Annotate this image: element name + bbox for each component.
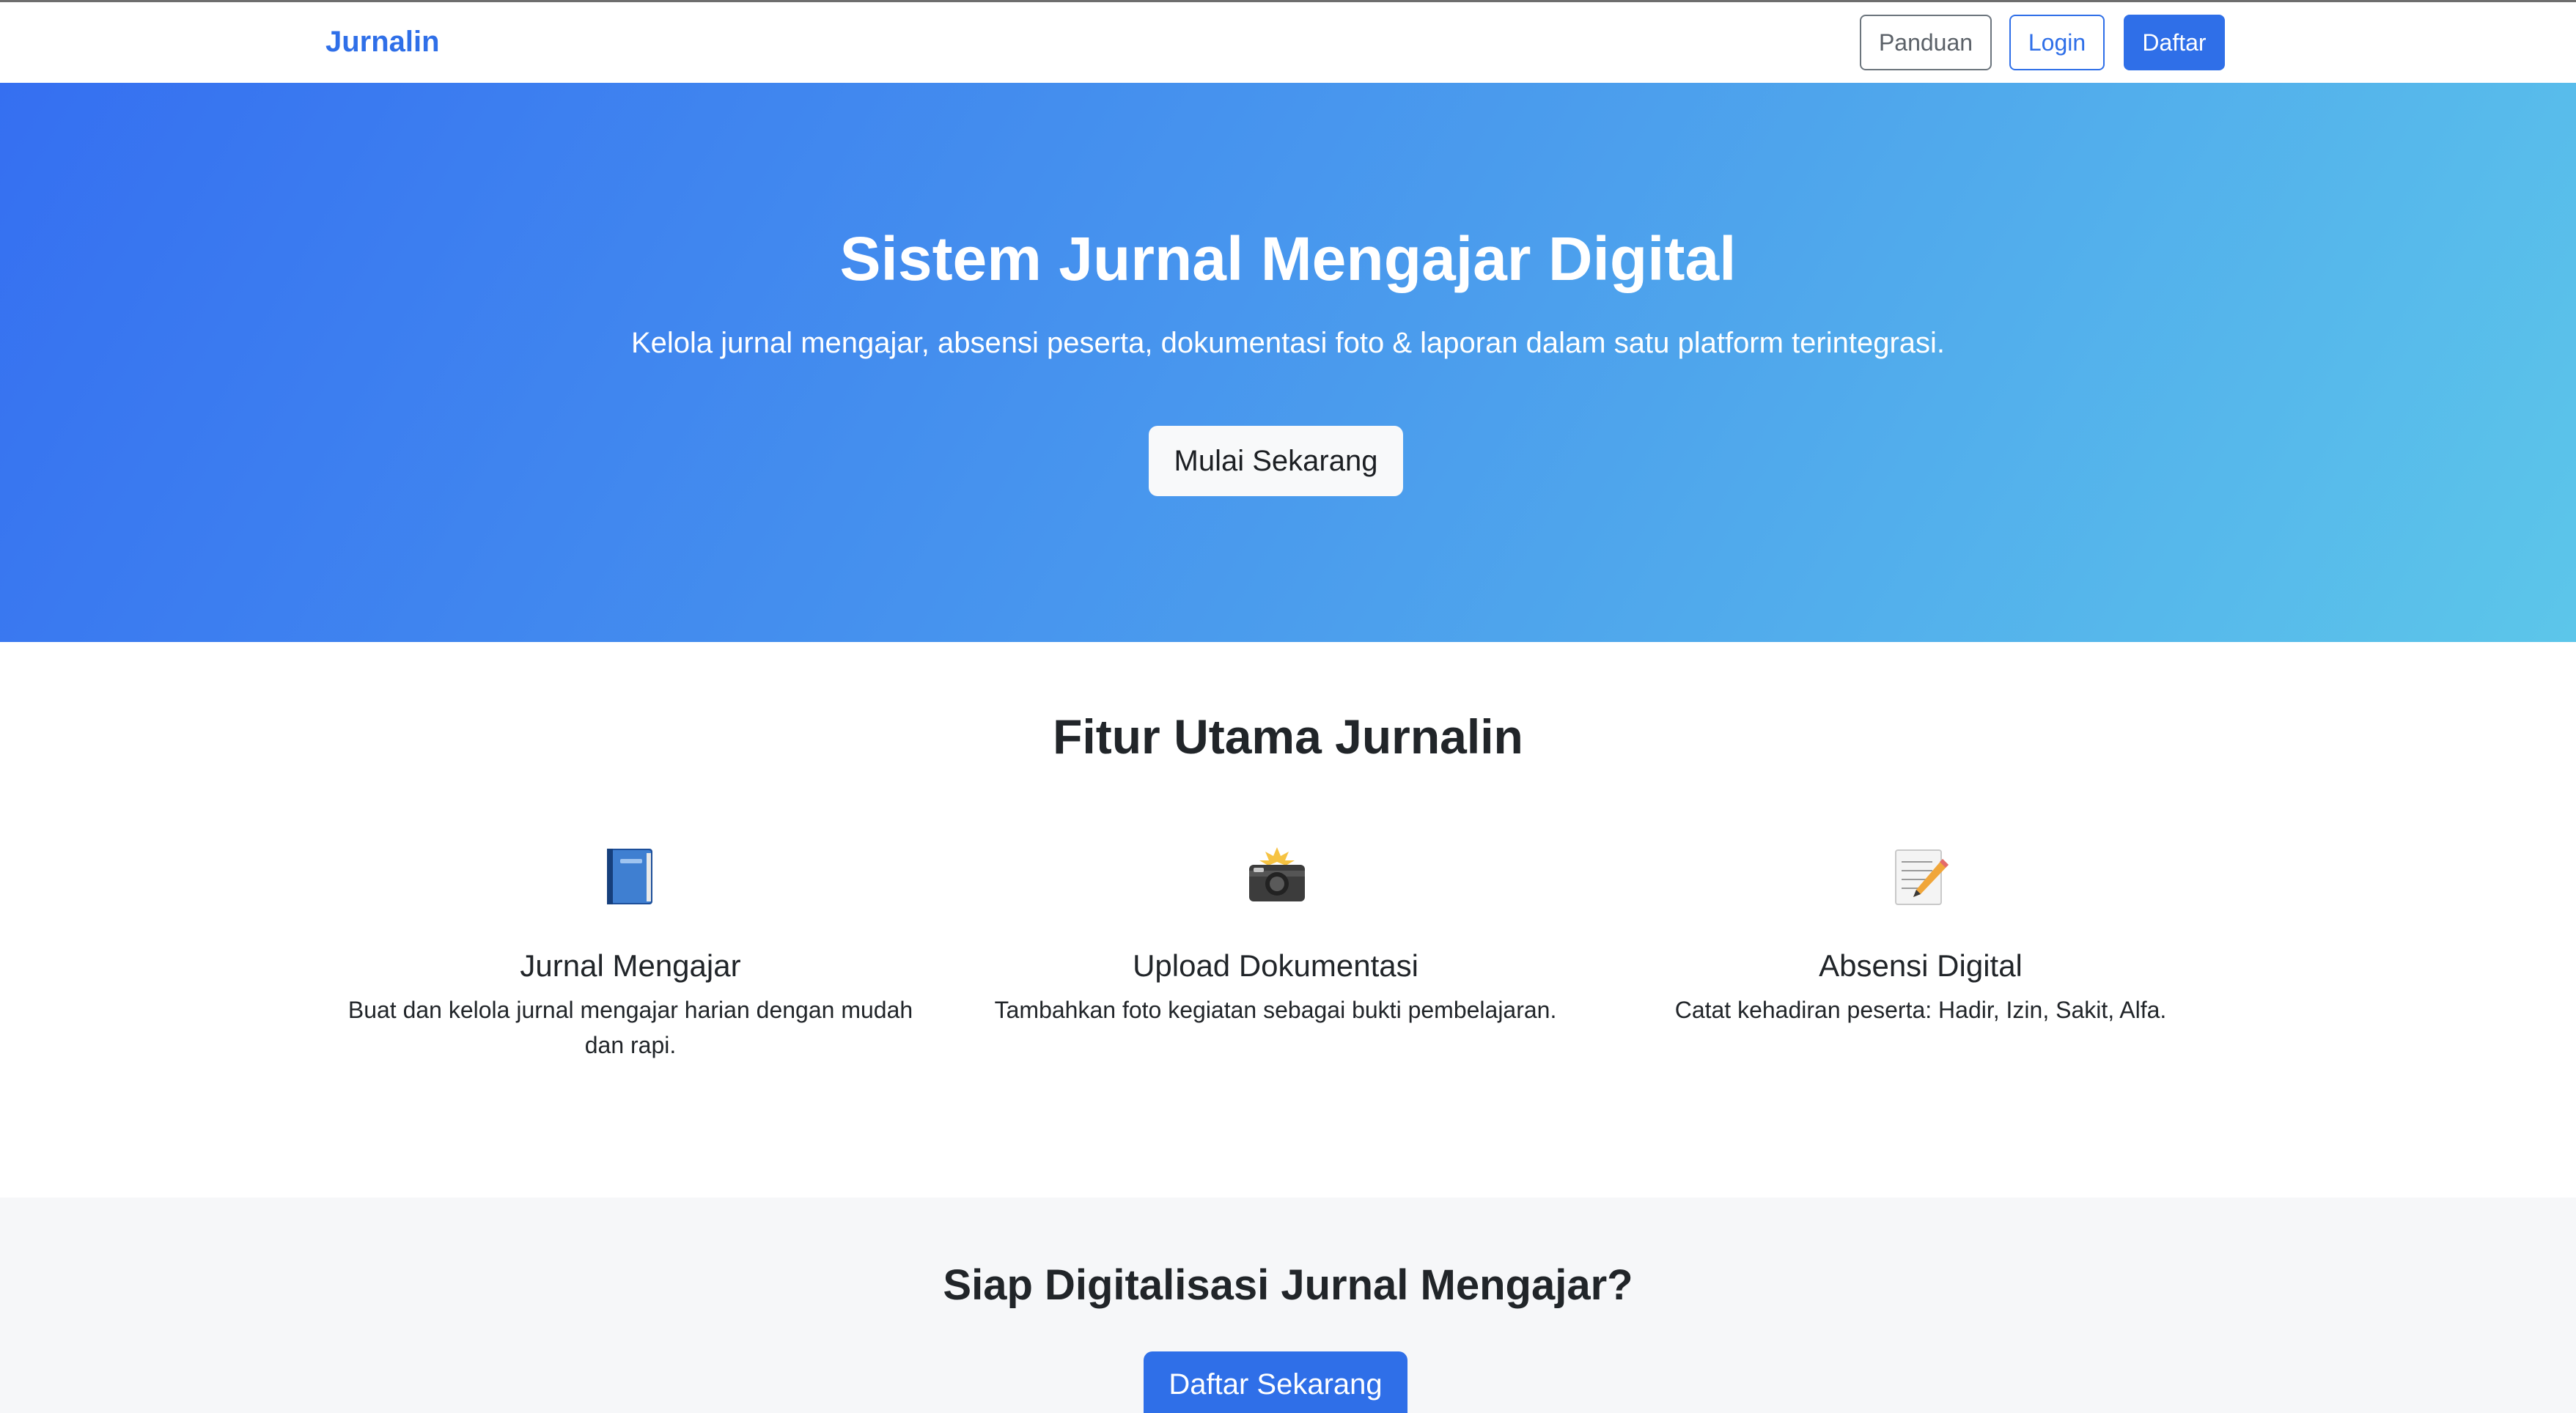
hero-section: Sistem Jurnal Mengajar Digital Kelola ju…	[0, 83, 2576, 642]
feature-card-dokumentasi: Upload Dokumentasi Tambahkan foto kegiat…	[975, 835, 1576, 1023]
feature-card-absensi: Absensi Digital Catat kehadiran peserta:…	[1620, 835, 2221, 1023]
cta-title: Siap Digitalisasi Jurnal Mengajar?	[943, 1261, 1633, 1309]
feature-title: Absensi Digital	[1819, 948, 2023, 983]
feature-title: Jurnal Mengajar	[520, 948, 741, 983]
memo-pencil-icon	[1620, 835, 2221, 916]
login-button[interactable]: Login	[2009, 15, 2105, 70]
camera-flash-icon	[975, 835, 1576, 916]
panduan-button[interactable]: Panduan	[1860, 15, 1992, 70]
hero-subtitle: Kelola jurnal mengajar, absensi peserta,…	[630, 327, 1946, 359]
feature-description: Buat dan kelola jurnal mengajar harian d…	[347, 997, 913, 1058]
feature-title: Upload Dokumentasi	[1133, 948, 1418, 983]
mulai-sekarang-button[interactable]: Mulai Sekarang	[1149, 426, 1403, 496]
feature-card-jurnal: Jurnal Mengajar Buat dan kelola jurnal m…	[330, 835, 931, 1058]
book-icon	[330, 835, 931, 916]
hero-title: Sistem Jurnal Mengajar Digital	[839, 224, 1737, 293]
cta-section: Siap Digitalisasi Jurnal Mengajar? Dafta…	[0, 1198, 2576, 1413]
feature-description: Catat kehadiran peserta: Hadir, Izin, Sa…	[1674, 997, 2167, 1023]
navbar: Jurnalin Panduan Login Daftar	[0, 2, 2576, 83]
brand-logo-link[interactable]: Jurnalin	[325, 21, 440, 62]
features-title: Fitur Utama Jurnalin	[1053, 709, 1523, 764]
daftar-button[interactable]: Daftar	[2124, 15, 2225, 70]
daftar-sekarang-button[interactable]: Daftar Sekarang	[1144, 1351, 1407, 1413]
feature-description: Tambahkan foto kegiatan sebagai bukti pe…	[994, 997, 1557, 1023]
